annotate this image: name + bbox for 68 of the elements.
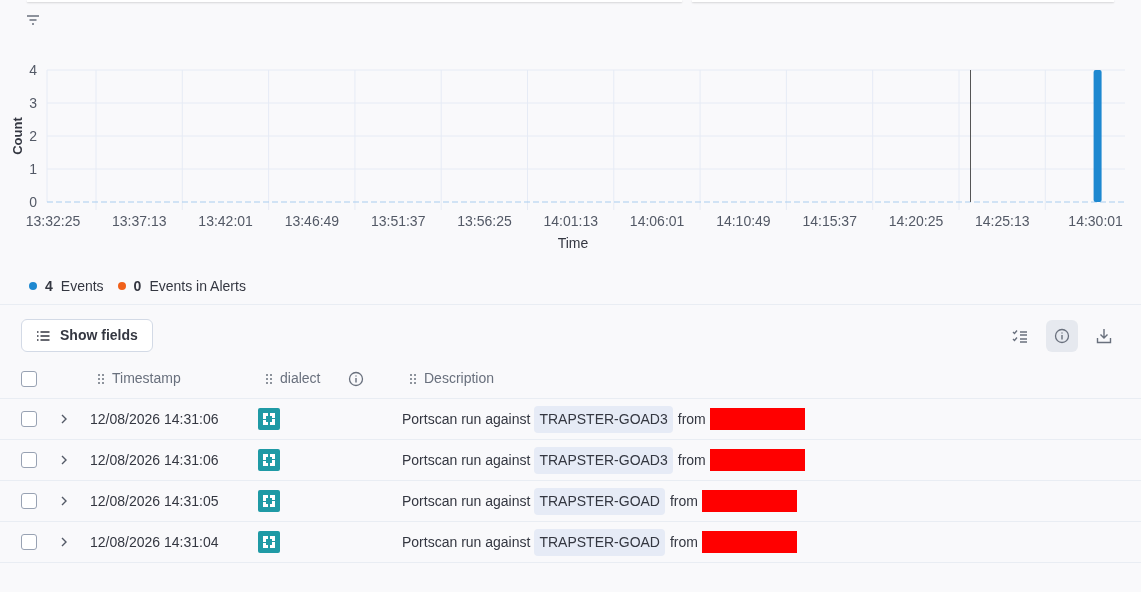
drag-handle-icon[interactable] [266,373,272,384]
axis-tick-label: 14:10:49 [716,213,771,229]
axis-tick-label: 13:37:13 [112,213,167,229]
description-text: from [670,532,698,552]
expand-chevron-icon[interactable] [60,495,68,507]
drag-handle-icon[interactable] [410,373,416,384]
column-header[interactable]: Timestamp [112,368,181,389]
axis-tick-label: 14:06:01 [629,213,685,229]
list-icon [36,329,50,342]
host-tag: TRAPSTER-GOAD3 [534,446,673,474]
description-text: Portscan run against [402,409,531,429]
description-text: Portscan run against [402,491,531,511]
axis-tick-label: 14:25:13 [975,213,1030,229]
row-checkbox[interactable] [21,452,37,468]
axis-tick-label: 1 [29,161,37,177]
expand-chevron-icon[interactable] [60,536,68,548]
row-checkbox[interactable] [21,534,37,550]
legend-label[interactable]: Events [60,275,104,297]
axis-tick-label: 14:30:01 [1068,213,1123,229]
info-button[interactable] [1046,319,1078,352]
axis-tick-label: 3 [29,95,37,111]
select-all-checkbox[interactable] [21,370,37,387]
info-icon [1054,327,1070,344]
expand-chevron-icon[interactable] [60,454,68,466]
column-header[interactable]: dialect [280,368,321,389]
axis-tick-label: 13:56:25 [457,213,512,229]
dialect-logo-icon [258,449,280,471]
dialect-logo-icon [258,531,280,553]
host-tag: TRAPSTER-GOAD [534,528,665,556]
host-tag: TRAPSTER-GOAD3 [534,405,673,433]
download-icon[interactable] [1096,327,1112,344]
description-text: Portscan run against [402,450,531,470]
dialect-logo-icon [258,490,280,512]
axis-title: Count [10,117,25,155]
expand-chevron-icon[interactable] [60,413,68,425]
legend-label[interactable]: Events in Alerts [149,275,246,297]
description-text: from [677,409,706,429]
description-text: from [670,491,698,511]
checklist-icon[interactable] [1012,328,1028,343]
description-text: Portscan run against [402,532,531,552]
axis-title: Time [557,235,589,251]
legend-count: 0 [133,276,142,296]
timestamp-cell-text: 12/08/2026 14:31:05 [90,491,220,511]
timestamp-cell-text: 12/08/2026 14:31:06 [90,409,220,429]
description-text: from [677,450,706,470]
axis-tick-label: 13:32:25 [25,213,81,229]
bar[interactable] [1093,70,1102,202]
host-tag: TRAPSTER-GOAD [534,487,665,515]
timestamp-cell-text: 12/08/2026 14:31:06 [90,450,220,470]
axis-tick-label: 0 [29,194,37,210]
legend-count: 4 [45,276,53,296]
axis-tick-label: 13:42:01 [198,213,253,229]
axis-tick-label: 14:01:13 [543,213,599,229]
row-checkbox[interactable] [21,493,37,509]
axis-tick-label: 14:15:37 [802,213,857,229]
axis-tick-label: 13:51:37 [370,213,426,229]
axis-tick-label: 14:20:25 [888,213,944,229]
dialect-logo-icon [258,408,280,430]
axis-tick-label: 13:46:49 [284,213,340,229]
row-checkbox[interactable] [21,411,37,427]
drag-handle-icon[interactable] [98,373,104,384]
filter-icon[interactable] [26,14,40,26]
timestamp-cell-text: 12/08/2026 14:31:04 [90,532,220,552]
show-fields-button[interactable]: Show fields [21,319,153,352]
column-header[interactable]: Description [424,368,495,389]
axis-tick-label: 2 [29,128,37,144]
axis-tick-label: 4 [29,62,37,78]
info-icon[interactable] [348,370,365,387]
